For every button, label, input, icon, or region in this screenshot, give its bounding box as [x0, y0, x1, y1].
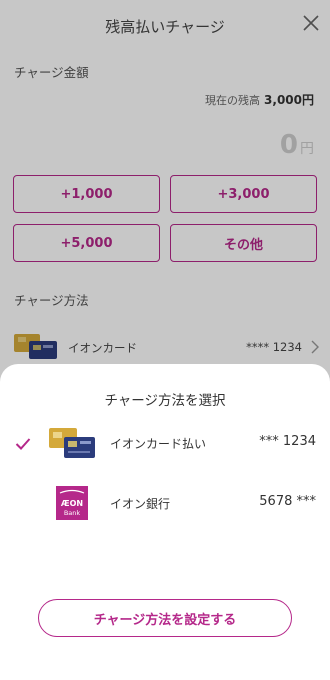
option-name: イオンカード払い [110, 437, 207, 451]
svg-text:Bank: Bank [64, 509, 81, 517]
option-aeon-bank[interactable]: ÆON Bank イオン銀行 5678 *** [0, 484, 330, 524]
check-icon [15, 436, 31, 450]
sheet-title: チャージ方法を選択 [104, 393, 226, 409]
set-charge-method-button[interactable]: チャージ方法を設定する [38, 599, 292, 637]
option-number: 5678 *** [259, 494, 316, 509]
option-number: *** 1234 [259, 434, 316, 449]
svg-text:ÆON: ÆON [61, 499, 83, 508]
option-name: イオン銀行 [110, 497, 171, 511]
aeon-card-icon [48, 426, 96, 460]
aeon-bank-logo: ÆON Bank [48, 486, 96, 520]
option-aeon-card[interactable]: イオンカード払い *** 1234 [0, 424, 330, 464]
charge-method-sheet: チャージ方法を選択 イオンカード払い *** 1234 ÆON Bank イオン… [0, 364, 330, 680]
